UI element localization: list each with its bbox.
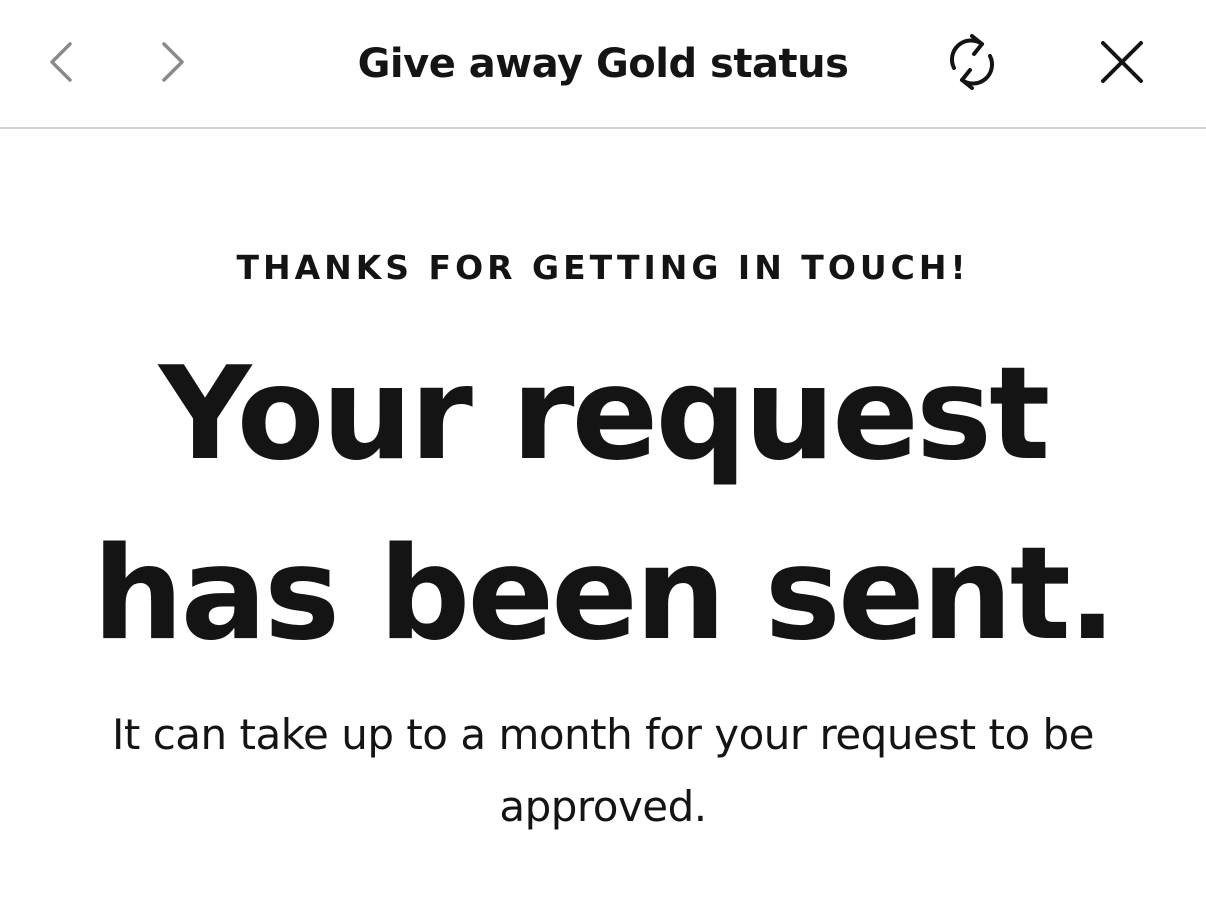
- confirmation-content: THANKS FOR GETTING IN TOUCH! Your reques…: [0, 129, 1206, 911]
- refresh-icon: [950, 34, 994, 90]
- back-button[interactable]: [28, 30, 92, 94]
- headline-line-1: Your request: [158, 340, 1051, 489]
- chevron-right-icon: [162, 42, 184, 82]
- headline: Your request has been sent.: [0, 325, 1206, 685]
- forward-button[interactable]: [142, 30, 206, 94]
- refresh-button[interactable]: [940, 30, 1004, 94]
- top-bar: Give away Gold status: [0, 0, 1206, 129]
- headline-line-2: has been sent.: [92, 520, 1116, 669]
- body-text: It can take up to a month for your reque…: [111, 710, 1095, 831]
- close-icon: [1101, 41, 1143, 83]
- close-button[interactable]: [1090, 30, 1154, 94]
- chevron-left-icon: [50, 42, 72, 82]
- eyebrow-text: THANKS FOR GETTING IN TOUCH!: [236, 248, 970, 287]
- page-title: Give away Gold status: [357, 41, 849, 87]
